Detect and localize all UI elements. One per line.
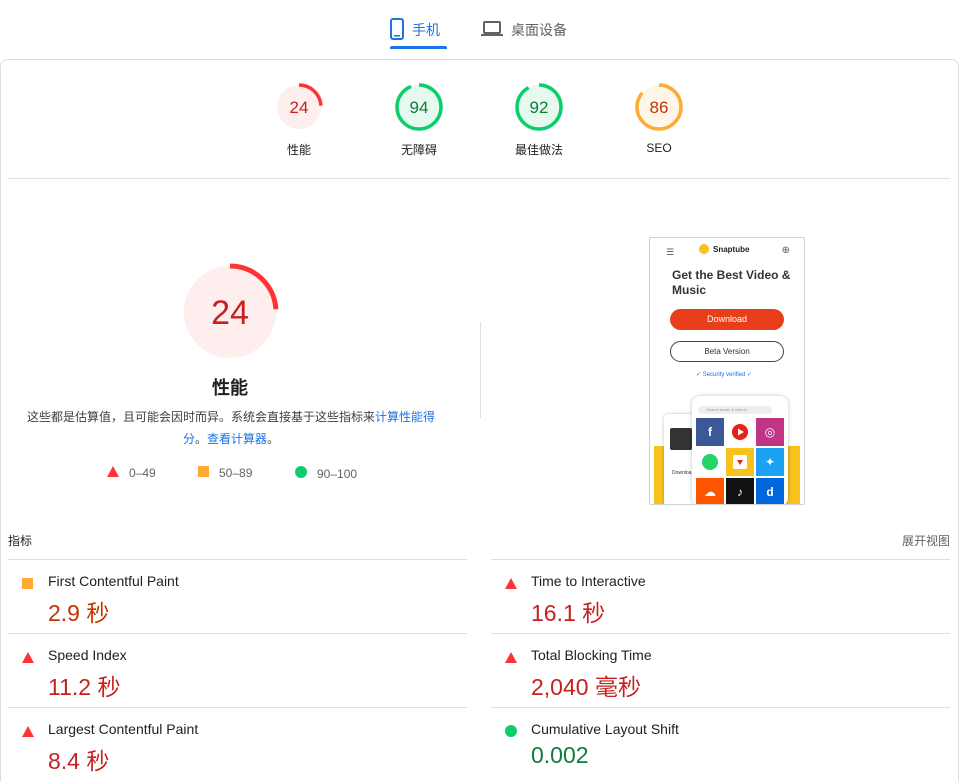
svg-text:86: 86 [650,98,669,117]
tab-desktop-label: 桌面设备 [511,22,567,38]
screenshot-headline: Get the Best Video & Music [672,268,791,297]
active-tab-indicator [390,46,447,49]
score-legend: 0–49 50–89 90–100 [0,466,480,482]
search-bar: Search music & videos [698,406,772,414]
tab-desktop[interactable]: 桌面设备 [481,12,567,48]
whatsapp-icon [696,448,724,476]
gauge-ring: 86 [635,83,683,131]
metric-value: 16.1 秒 [531,600,606,626]
twitter-icon: ✦ [756,448,784,476]
metrics-column-left: First Contentful Paint 2.9 秒 Speed Index… [8,559,467,781]
legend-average: 50–89 [198,466,252,480]
dailymotion-icon: d [756,478,784,504]
tab-mobile-label: 手机 [412,22,440,38]
square-icon [22,576,33,594]
gauge-seo[interactable]: 86 SEO [619,82,699,155]
metric-value: 2.9 秒 [48,600,110,626]
triangle-icon [505,650,517,668]
screenshot-topbar: ☰ Snaptube ⊕ [650,242,804,258]
performance-gauge: 24 [180,262,280,362]
brand-logo: Snaptube [699,244,749,254]
svg-text:92: 92 [530,98,549,117]
category-summary: 24 性能 94 无障碍 92 最佳做法 86 SEO [0,82,959,162]
circle-icon [505,724,517,742]
tiktok-icon: ♪ [726,478,754,504]
gauge-label: 性能 [286,143,311,157]
metric-name: Largest Contentful Paint [48,721,199,737]
triangle-icon [22,650,34,668]
download-icon [726,448,754,476]
triangle-icon [22,724,34,742]
gauge-label: 最佳做法 [514,143,563,157]
metrics-column-right: Time to Interactive 16.1 秒 Total Blockin… [491,559,950,781]
soundcloud-icon: ☁ [696,478,724,504]
legend-fail: 0–49 [107,466,156,480]
metric-value: 2,040 毫秒 [531,674,641,700]
screenshot-download-button: Download [670,309,784,330]
performance-score: 24 [211,294,249,332]
metric-name: Total Blocking Time [531,647,652,663]
metric-name: Time to Interactive [531,573,646,589]
gauge-performance[interactable]: 24 性能 [259,82,339,158]
screenshot-beta-button: Beta Version [670,341,784,362]
globe-icon: ⊕ [781,245,790,256]
metric-tbt: Total Blocking Time 2,040 毫秒 [491,633,950,707]
legend-pass: 90–100 [295,466,357,481]
metric-name: First Contentful Paint [48,573,179,589]
phone-mockup-front: Search music & videos f ◎ ✦ ☁ ♪ d [692,396,788,504]
performance-description: 这些都是估算值，且可能会因时而异。系统会直接基于这些指标来计算性能得分。查看计算… [26,410,436,446]
smartphone-icon [390,17,404,43]
metrics-header: 指标 展开视图 [8,532,950,549]
laptop-icon [481,20,503,40]
metric-name: Speed Index [48,647,127,663]
triangle-icon [505,576,517,594]
circle-icon [295,466,307,481]
expand-view-toggle[interactable]: 展开视图 [902,532,950,549]
calculator-link[interactable]: 查看计算器 [207,432,267,446]
vertical-divider [480,322,481,418]
gauge-accessibility[interactable]: 94 无障碍 [379,82,459,158]
metric-name: Cumulative Layout Shift [531,721,679,737]
menu-icon: ☰ [666,247,675,257]
gauge-label: 无障碍 [400,143,437,157]
gauge-best-practices[interactable]: 92 最佳做法 [499,82,579,158]
facebook-icon: f [696,418,724,446]
security-verified: ✓ Security verified ✓ [696,372,753,378]
metric-value: 11.2 秒 [48,674,121,700]
gauge-ring: 24 [275,83,323,131]
instagram-icon: ◎ [756,418,784,446]
youtube-icon [726,418,754,446]
metric-value: 0.002 [531,742,589,768]
svg-text:24: 24 [290,98,309,117]
square-icon [198,466,209,480]
metric-lcp: Largest Contentful Paint 8.4 秒 [8,707,467,781]
device-tabs: 手机 桌面设备 [0,0,959,58]
svg-text:94: 94 [410,98,429,117]
summary-divider [8,178,950,179]
metric-speed-index: Speed Index 11.2 秒 [8,633,467,707]
tab-mobile[interactable]: 手机 [390,12,440,48]
metrics-title: 指标 [8,534,33,548]
gauge-ring: 92 [515,83,563,131]
metric-fcp: First Contentful Paint 2.9 秒 [8,559,467,633]
metric-cls: Cumulative Layout Shift 0.002 [491,707,950,781]
final-screenshot[interactable]: ☰ Snaptube ⊕ Get the Best Video & Music … [649,237,805,505]
metric-tti: Time to Interactive 16.1 秒 [491,559,950,633]
triangle-icon [107,466,119,480]
metric-value: 8.4 秒 [48,748,110,774]
performance-title: 性能 [212,378,248,398]
gauge-label: SEO [646,141,672,155]
app-grid: f ◎ ✦ ☁ ♪ d [696,418,784,504]
gauge-ring: 94 [395,83,443,131]
